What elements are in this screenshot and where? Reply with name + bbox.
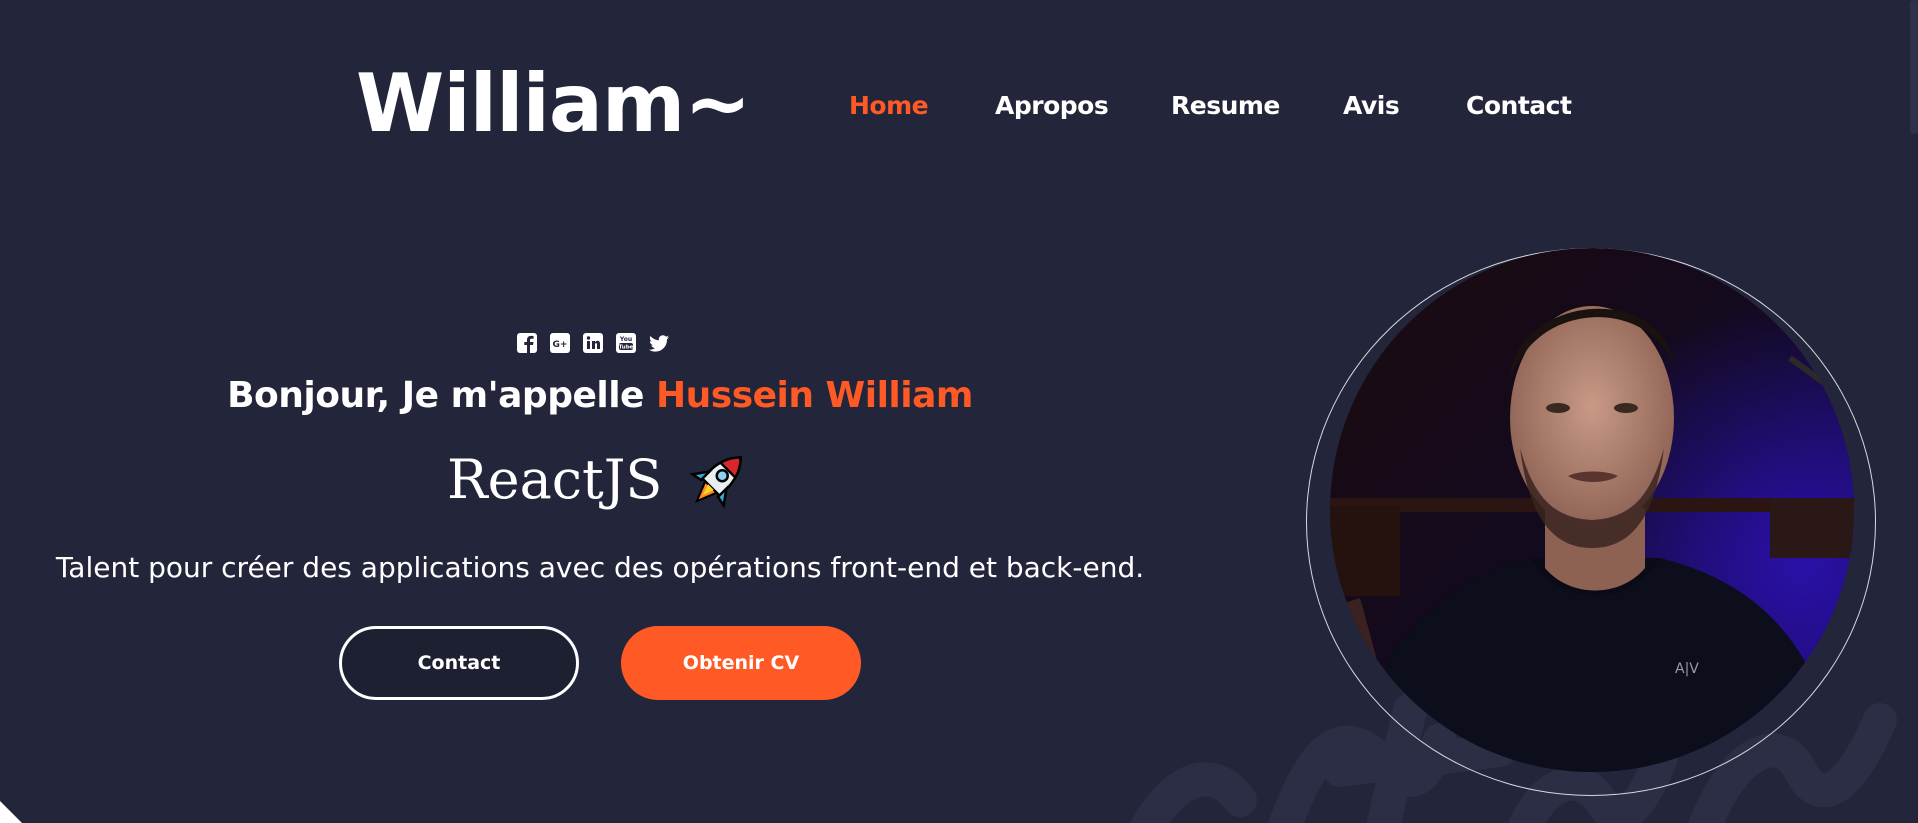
- svg-text:A|V: A|V: [1675, 661, 1699, 677]
- facebook-icon[interactable]: [516, 332, 538, 354]
- scrollbar[interactable]: [1910, 0, 1918, 823]
- greeting-name: Hussein William: [656, 375, 973, 416]
- download-cv-button[interactable]: Obtenir CV: [621, 626, 861, 700]
- role-line: ReactJS: [447, 440, 754, 520]
- tagline: Talent pour créer des applications avec …: [55, 551, 1145, 584]
- page: William~ Home Apropos Resume Avis Contac…: [0, 0, 1918, 823]
- svg-text:You: You: [619, 336, 632, 343]
- svg-text:Tube: Tube: [619, 345, 634, 351]
- role-text: ReactJS: [447, 448, 663, 511]
- linkedin-icon[interactable]: [582, 332, 604, 354]
- nav-item-resume[interactable]: Resume: [1171, 86, 1280, 126]
- greeting-heading: Bonjour, Je m'appelle Hussein William: [0, 370, 1200, 422]
- corner-decoration: [0, 801, 22, 823]
- twitter-icon[interactable]: [648, 332, 670, 354]
- social-links: G+ You Tube: [516, 332, 670, 354]
- nav-item-home[interactable]: Home: [849, 86, 929, 126]
- google-plus-icon[interactable]: G+: [549, 332, 571, 354]
- contact-button[interactable]: Contact: [339, 626, 579, 700]
- main-nav: Home Apropos Resume Avis Contact: [0, 86, 1918, 126]
- greeting-prefix: Bonjour, Je m'appelle: [227, 375, 657, 416]
- nav-item-avis[interactable]: Avis: [1343, 86, 1400, 126]
- rocket-icon: [689, 456, 743, 509]
- profile-photo: A|V: [1330, 248, 1854, 772]
- nav-item-contact[interactable]: Contact: [1466, 86, 1572, 126]
- youtube-icon[interactable]: You Tube: [615, 332, 637, 354]
- svg-text:G+: G+: [553, 340, 568, 350]
- scrollbar-thumb[interactable]: [1910, 0, 1918, 134]
- nav-item-apropos[interactable]: Apropos: [995, 86, 1109, 126]
